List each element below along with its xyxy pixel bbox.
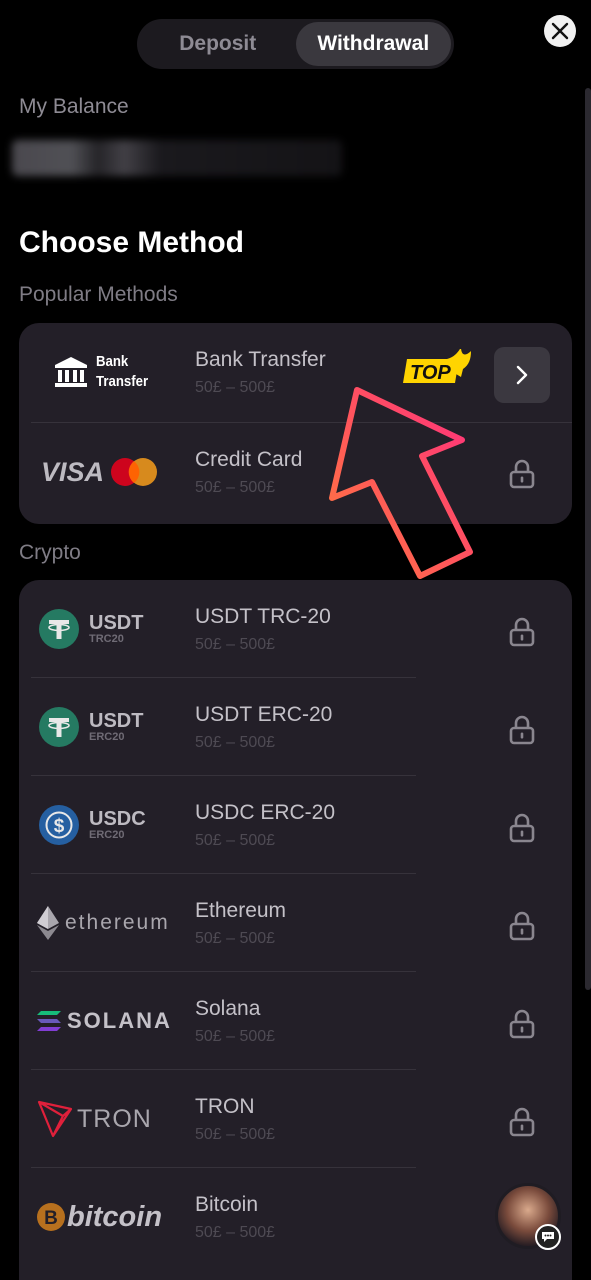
method-name: Bitcoin	[195, 1193, 259, 1216]
tron-logo: TRON	[37, 1070, 187, 1168]
bank-logo-line1: Bank	[96, 353, 129, 370]
lock-icon	[509, 715, 535, 745]
bank-icon	[55, 357, 87, 387]
page-title: Choose Method	[19, 226, 244, 259]
usdt-erc20-logo: USDT ERC20	[37, 678, 187, 776]
method-name: USDT ERC-20	[195, 703, 333, 726]
method-row-credit-card[interactable]: VISA Credit Card 50£ – 500£	[19, 423, 572, 524]
tether-icon	[39, 609, 79, 649]
bank-logo-line2: Transfer	[96, 373, 149, 390]
bitcoin-logo: B bitcoin	[37, 1168, 187, 1266]
crypto-label: Crypto	[19, 541, 81, 564]
ticker-sub: TRC20	[89, 633, 124, 645]
method-row-ethereum[interactable]: ethereum Ethereum 50£ – 500£	[19, 874, 572, 972]
method-limit: 50£ – 500£	[195, 379, 276, 396]
ethereum-wordmark: ethereum	[65, 911, 170, 934]
solana-icon	[37, 1011, 61, 1031]
method-name: Solana	[195, 997, 261, 1020]
method-limit: 50£ – 500£	[195, 1028, 276, 1045]
tab-withdrawal[interactable]: Withdrawal	[295, 22, 451, 66]
popular-methods-card: Bank Transfer Bank Transfer 50£ – 500£ T…	[19, 323, 572, 524]
method-limit: 50£ – 500£	[195, 1126, 276, 1143]
ticker: USDT	[89, 612, 144, 634]
method-row-bitcoin[interactable]: B bitcoin Bitcoin 50£ – 500£	[19, 1168, 572, 1266]
mastercard-icon	[111, 458, 158, 486]
balance-value-blurred	[12, 140, 342, 176]
method-name: Credit Card	[195, 448, 303, 471]
solana-wordmark: SOLANA	[67, 1008, 172, 1033]
balance-label: My Balance	[19, 95, 129, 118]
usdt-trc20-logo: USDT TRC20	[37, 580, 187, 678]
method-row-usdc-erc20[interactable]: $ USDC ERC20 USDC ERC-20 50£ – 500£	[19, 776, 572, 874]
bitcoin-wordmark: bitcoin	[67, 1200, 163, 1233]
method-name: TRON	[195, 1095, 255, 1118]
ticker: USDT	[89, 710, 144, 732]
tron-icon	[37, 1100, 73, 1138]
bank-transfer-open-button[interactable]	[494, 347, 550, 403]
method-name: Bank Transfer	[195, 348, 326, 371]
visa-mastercard-logo: VISA	[37, 423, 187, 521]
close-button[interactable]	[544, 15, 576, 47]
chevron-right-icon	[516, 365, 528, 385]
ticker-sub: ERC20	[89, 731, 125, 743]
method-row-usdt-erc20[interactable]: USDT ERC20 USDT ERC-20 50£ – 500£	[19, 678, 572, 776]
lock-icon	[509, 813, 535, 843]
scrollbar[interactable]	[585, 88, 591, 990]
method-limit: 50£ – 500£	[195, 1224, 276, 1241]
usdc-erc20-logo: $ USDC ERC20	[37, 776, 187, 874]
lock-icon	[509, 911, 535, 941]
top-badge-text: TOP	[410, 362, 451, 384]
ticker: USDC	[89, 808, 146, 830]
visa-wordmark: VISA	[41, 456, 105, 487]
tab-deposit[interactable]: Deposit	[140, 22, 296, 66]
method-name: USDC ERC-20	[195, 801, 336, 824]
svg-text:B: B	[44, 1208, 58, 1229]
method-limit: 50£ – 500£	[195, 479, 276, 496]
method-limit: 50£ – 500£	[195, 734, 276, 751]
ticker-sub: ERC20	[89, 829, 125, 841]
lock-icon	[509, 1009, 535, 1039]
method-row-tron[interactable]: TRON TRON 50£ – 500£	[19, 1070, 572, 1168]
bitcoin-icon: B	[37, 1203, 65, 1231]
method-limit: 50£ – 500£	[195, 832, 276, 849]
deposit-withdrawal-tabs: Deposit Withdrawal	[137, 19, 454, 69]
svg-text:$: $	[54, 816, 65, 837]
close-icon	[551, 22, 569, 40]
method-row-bank-transfer[interactable]: Bank Transfer Bank Transfer 50£ – 500£ T…	[19, 323, 572, 423]
usdc-icon: $	[39, 805, 79, 845]
lock-icon	[509, 459, 535, 489]
bank-transfer-logo: Bank Transfer	[37, 323, 187, 421]
lock-icon	[509, 617, 535, 647]
method-name: USDT TRC-20	[195, 605, 331, 628]
crypto-methods-card: USDT TRC20 USDT TRC-20 50£ – 500£ USDT E…	[19, 580, 572, 1280]
ethereum-icon	[37, 906, 59, 940]
method-name: Ethereum	[195, 899, 287, 922]
popular-methods-label: Popular Methods	[19, 283, 178, 306]
method-limit: 50£ – 500£	[195, 930, 276, 947]
chat-bubble-icon	[542, 1232, 554, 1242]
solana-logo: SOLANA	[37, 972, 187, 1070]
top-badge: TOP	[403, 349, 471, 384]
method-row-solana[interactable]: SOLANA Solana 50£ – 500£	[19, 972, 572, 1070]
method-row-usdt-trc20[interactable]: USDT TRC20 USDT TRC-20 50£ – 500£	[19, 580, 572, 678]
method-limit: 50£ – 500£	[195, 636, 276, 653]
tron-wordmark: TRON	[77, 1104, 152, 1133]
chat-icon[interactable]	[535, 1224, 561, 1250]
ethereum-logo: ethereum	[37, 874, 187, 972]
lock-icon	[509, 1107, 535, 1137]
tether-icon	[39, 707, 79, 747]
